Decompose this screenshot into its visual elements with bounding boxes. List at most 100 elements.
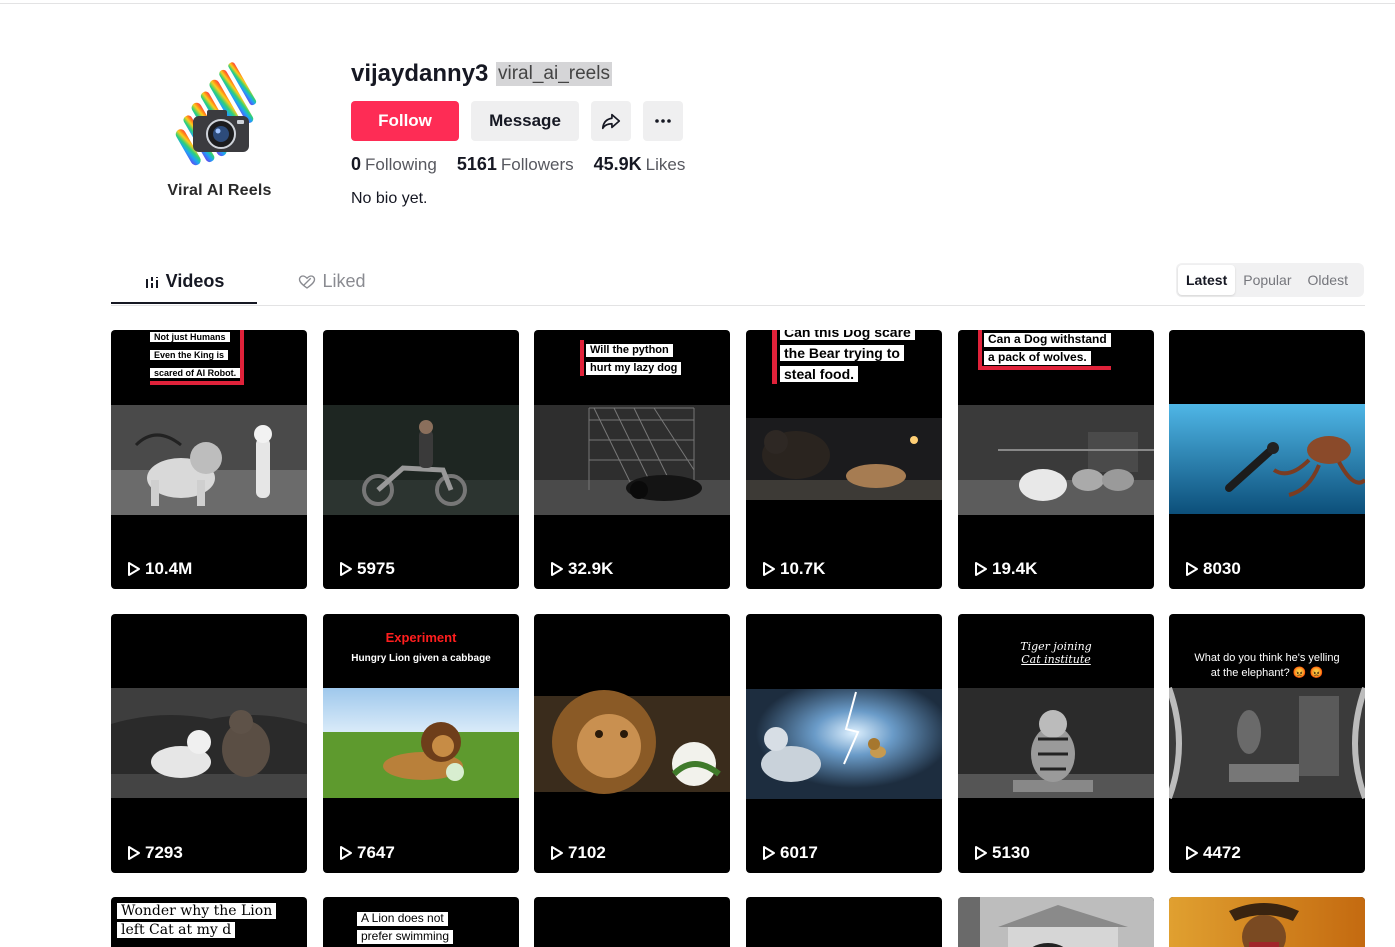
view-count: 7102	[550, 843, 606, 863]
following-stat[interactable]: 0 Following	[351, 154, 437, 175]
video-caption-line: Can a Dog withstand	[984, 332, 1111, 347]
video-card[interactable]: Can this Dog scare the Bear trying to st…	[746, 330, 942, 589]
video-caption-line: Tiger joining	[1020, 640, 1092, 653]
play-icon	[340, 562, 352, 576]
view-count-text: 32.9K	[568, 559, 614, 578]
video-thumbnail	[323, 405, 519, 515]
video-card[interactable]: 8030	[1169, 330, 1365, 589]
view-count-text: 7293	[145, 843, 183, 862]
profile-stats: 0 Following 5161 Followers 45.9K Likes	[351, 154, 685, 175]
view-count: 7293	[127, 843, 183, 863]
view-count: 32.9K	[550, 559, 613, 579]
video-caption-line: left Cat at my d	[117, 922, 236, 939]
play-icon	[1186, 562, 1198, 576]
video-caption-line: prefer swimming	[357, 929, 454, 944]
share-button[interactable]	[591, 101, 631, 141]
profile-username: vijaydanny3	[351, 60, 489, 87]
avatar-caption: Viral AI Reels	[167, 182, 272, 199]
play-icon	[975, 562, 987, 576]
follow-button[interactable]: Follow	[351, 101, 459, 141]
play-icon	[551, 562, 563, 576]
video-card[interactable]: Tiger joining Cat institute 5130	[958, 614, 1154, 873]
video-card[interactable]: 5975	[323, 330, 519, 589]
view-count-text: 19.4K	[992, 559, 1038, 578]
profile-handle: viral_ai_reels	[496, 62, 612, 86]
play-icon	[763, 562, 775, 576]
video-card[interactable]: 6017	[746, 614, 942, 873]
video-card[interactable]: What do you think he's yelling at the el…	[1169, 614, 1365, 873]
view-count-text: 8030	[1203, 559, 1241, 578]
view-count-text: 5975	[357, 559, 395, 578]
followers-label: Followers	[500, 155, 574, 174]
camera-logo-icon	[175, 62, 257, 166]
likes-stat: 45.9K Likes	[594, 154, 686, 175]
likes-label: Likes	[645, 155, 686, 174]
video-thumbnail	[958, 897, 1154, 947]
video-card[interactable]	[1169, 897, 1365, 947]
tab-liked-label: Liked	[322, 271, 366, 291]
view-count: 10.7K	[762, 559, 825, 579]
followers-stat[interactable]: 5161 Followers	[457, 154, 574, 175]
video-caption-line: Experiment	[385, 630, 457, 645]
video-card[interactable]: 7293	[111, 614, 307, 873]
video-thumbnail	[111, 688, 307, 798]
video-card[interactable]: Not just Humans Even the King is scared …	[111, 330, 307, 589]
video-caption-line: Cat institute	[1021, 653, 1091, 666]
tab-videos-label: Videos	[165, 271, 225, 291]
sort-toggle: Latest Popular Oldest	[1176, 263, 1364, 297]
view-count-text: 5130	[992, 843, 1030, 862]
view-count: 6017	[762, 843, 818, 863]
video-thumbnail	[746, 689, 942, 799]
view-count: 7647	[339, 843, 395, 863]
video-caption-line: scared of AI Robot.	[150, 368, 241, 379]
video-card[interactable]	[958, 897, 1154, 947]
video-card[interactable]	[534, 897, 730, 947]
video-card[interactable]: A Lion does not prefer swimming	[323, 897, 519, 947]
video-caption-line: steal food.	[780, 366, 859, 383]
video-caption-line: at the elephant? 😡 😡	[1210, 667, 1324, 679]
liked-heart-icon	[299, 274, 316, 289]
more-options-button[interactable]	[643, 101, 683, 141]
following-label: Following	[365, 155, 437, 174]
video-card[interactable]	[746, 897, 942, 947]
view-count: 5130	[974, 843, 1030, 863]
play-icon	[763, 846, 775, 860]
play-icon	[975, 846, 987, 860]
sort-oldest[interactable]: Oldest	[1300, 265, 1356, 295]
video-caption-line: Can this Dog scare	[780, 330, 915, 341]
more-dots-icon	[655, 119, 671, 123]
message-button[interactable]: Message	[471, 101, 579, 141]
video-caption-line: Wonder why the Lion	[117, 903, 277, 920]
video-caption-line: a pack of wolves.	[984, 350, 1091, 365]
video-card[interactable]: Will the python hurt my lazy dog 32.9K	[534, 330, 730, 589]
play-icon	[128, 562, 140, 576]
likes-count: 45.9K	[593, 154, 642, 174]
video-card[interactable]: Experiment Hungry Lion given a cabbage 7…	[323, 614, 519, 873]
video-card[interactable]: 7102	[534, 614, 730, 873]
video-caption-line: Will the python	[586, 344, 673, 357]
tab-liked[interactable]: Liked	[267, 258, 397, 305]
profile-avatar[interactable]: Viral AI Reels	[137, 48, 302, 213]
video-thumbnail	[1169, 897, 1365, 947]
top-divider	[0, 3, 1395, 4]
active-tab-underline	[111, 302, 257, 304]
video-caption-line: Even the King is	[150, 350, 229, 361]
profile-bio: No bio yet.	[351, 190, 428, 207]
view-count-text: 7647	[357, 843, 395, 862]
view-count: 19.4K	[974, 559, 1037, 579]
play-icon	[1186, 846, 1198, 860]
view-count: 4472	[1185, 843, 1241, 863]
video-caption-line: hurt my lazy dog	[586, 362, 682, 375]
video-card[interactable]: Can a Dog withstand a pack of wolves. 19…	[958, 330, 1154, 589]
video-card[interactable]: Wonder why the Lion left Cat at my d	[111, 897, 307, 947]
view-count-text: 6017	[780, 843, 818, 862]
video-caption-line: Hungry Lion given a cabbage	[351, 653, 491, 664]
play-icon	[340, 846, 352, 860]
sort-latest[interactable]: Latest	[1178, 265, 1236, 295]
view-count-text: 10.4M	[145, 559, 193, 578]
view-count-text: 10.7K	[780, 559, 826, 578]
sort-popular[interactable]: Popular	[1235, 265, 1299, 295]
view-count: 5975	[339, 559, 395, 579]
tab-videos[interactable]: Videos	[111, 258, 257, 305]
video-caption-line: the Bear trying to	[780, 345, 904, 362]
